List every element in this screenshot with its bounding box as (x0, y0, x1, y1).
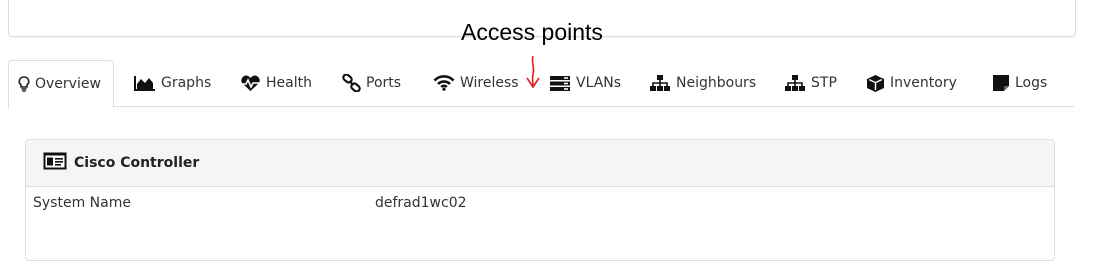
tab-label: Overview (35, 76, 101, 92)
tab-label: VLANs (576, 75, 622, 91)
tab-label: Health (266, 75, 312, 91)
tab-health[interactable]: Health (240, 60, 312, 106)
lightbulb-icon (18, 76, 30, 92)
tab-neighbours[interactable]: Neighbours (649, 60, 756, 106)
panel-title: Cisco Controller (74, 155, 200, 171)
table-row: System Name defrad1wc02 (26, 187, 1054, 219)
tab-label: Inventory (890, 75, 957, 91)
sticky-note-icon (992, 74, 1010, 92)
tab-overview[interactable]: Overview (8, 60, 114, 108)
system-name-value: defrad1wc02 (375, 195, 467, 211)
wifi-icon (433, 75, 455, 91)
tab-inventory[interactable]: Inventory (866, 60, 957, 106)
heartbeat-icon (240, 75, 261, 92)
area-chart-icon (134, 75, 156, 91)
system-name-label: System Name (33, 195, 131, 211)
tab-stp[interactable]: STP (784, 60, 837, 106)
tab-logs[interactable]: Logs (992, 60, 1047, 106)
sitemap-icon (784, 74, 806, 92)
sitemap-icon (649, 74, 671, 92)
tab-vlans[interactable]: VLANs (549, 60, 621, 106)
tab-label: Graphs (161, 75, 212, 91)
tab-label: STP (811, 75, 837, 91)
tab-bar: Overview Graphs Health Ports Wireless VL… (8, 60, 1074, 108)
tab-wireless[interactable]: Wireless (433, 60, 519, 106)
tab-graphs[interactable]: Graphs (134, 60, 211, 106)
annotation-label: Access points (461, 19, 603, 45)
cube-icon (866, 74, 885, 93)
server-icon (549, 75, 571, 92)
tab-ports[interactable]: Ports (342, 60, 401, 106)
panel-header: Cisco Controller (26, 140, 1054, 187)
cisco-controller-panel: Cisco Controller System Name defrad1wc02 (25, 139, 1055, 261)
tab-label: Wireless (460, 75, 519, 91)
tab-label: Logs (1015, 75, 1048, 91)
id-card-icon (43, 152, 67, 174)
link-icon (342, 74, 361, 92)
tab-label: Ports (366, 75, 402, 91)
tab-label: Neighbours (676, 75, 757, 91)
